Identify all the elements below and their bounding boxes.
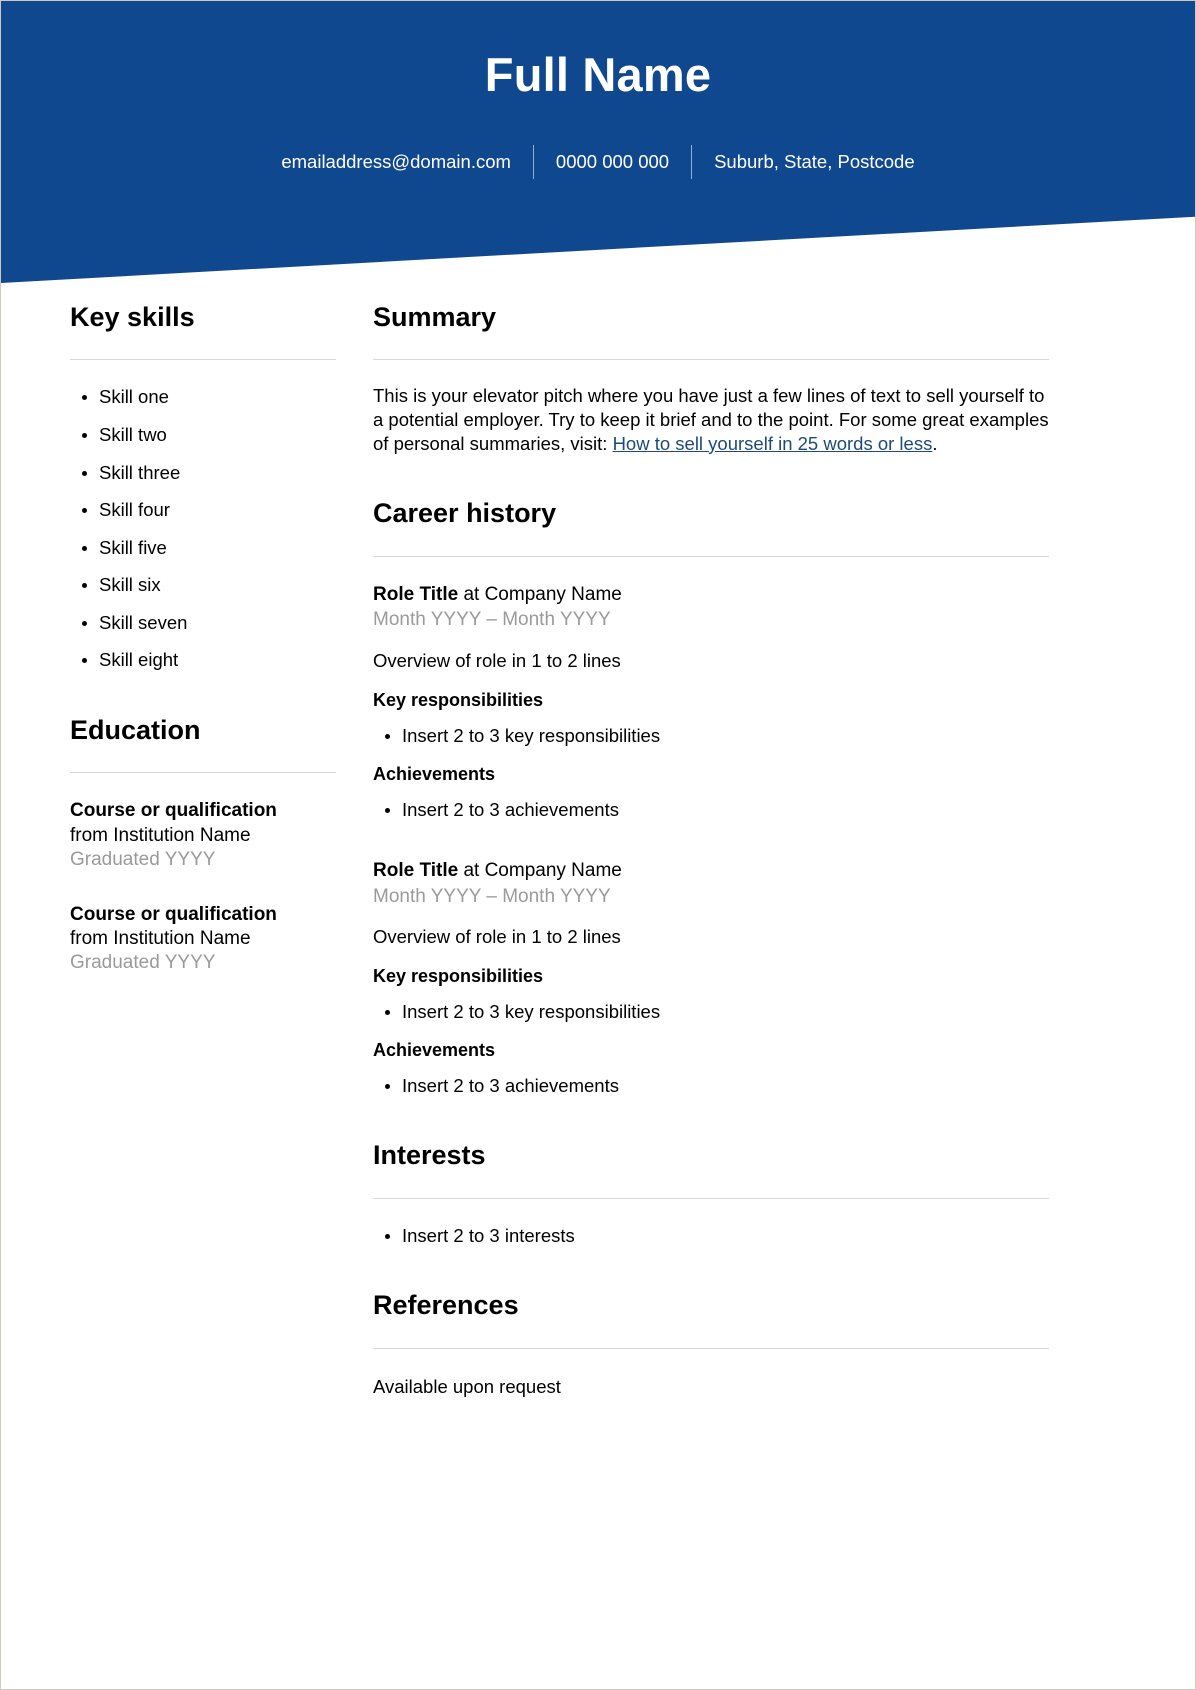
list-item: Skill two [70, 424, 337, 447]
key-skills-heading: Key skills [70, 302, 195, 332]
role-company: Company Name [484, 583, 622, 605]
role-dates: Month YYYY – Month YYYY [373, 609, 611, 631]
role-headline: Role Title at Company Name [373, 859, 1049, 884]
responsibilities-list: Insert 2 to 3 key responsibilities [373, 1001, 1049, 1024]
role-company: Company Name [484, 860, 622, 882]
summary-link[interactable]: How to sell yourself in 25 words or less [613, 433, 933, 454]
career-history-heading: Career history [373, 498, 557, 529]
education-course: Course or qualification [70, 903, 277, 925]
role-headline: Role Title at Company Name [373, 583, 1049, 608]
interests-heading: Interests [373, 1140, 486, 1171]
achievements-heading: Achievements [373, 1040, 496, 1061]
responsibilities-heading: Key responsibilities [373, 966, 544, 987]
section-summary: Summary This is your elevator pitch wher… [373, 301, 1049, 455]
list-item: Skill seven [70, 612, 337, 635]
list-item: Insert 2 to 3 achievements [373, 799, 1049, 822]
contact-phone: 0000 000 000 [555, 150, 670, 172]
role-at: at [458, 860, 485, 882]
role-overview: Overview of role in 1 to 2 lines [373, 650, 621, 672]
role-dates: Month YYYY – Month YYYY [373, 885, 611, 907]
interests-list: Insert 2 to 3 interests [373, 1225, 1049, 1248]
contact-email: emailaddress@domain.com [281, 150, 511, 172]
section-education: Education Course or qualification from I… [70, 714, 337, 976]
role-title: Role Title [373, 860, 459, 882]
responsibilities-heading: Key responsibilities [373, 690, 544, 711]
achievements-list: Insert 2 to 3 achievements [373, 1075, 1049, 1098]
achievements-list: Insert 2 to 3 achievements [373, 799, 1049, 822]
list-item: Skill six [70, 574, 337, 597]
summary-text-after-link: . [932, 432, 938, 454]
references-text: Available upon request [373, 1375, 561, 1397]
career-entry: Role Title at Company Name Month YYYY – … [373, 859, 1049, 1097]
section-divider [373, 555, 1049, 557]
education-graduated: Graduated YYYY [70, 848, 216, 870]
main-column: Summary This is your elevator pitch wher… [337, 283, 1195, 1399]
section-interests: Interests Insert 2 to 3 interests [373, 1139, 1049, 1247]
education-institution: from Institution Name [70, 927, 251, 949]
list-item: Insert 2 to 3 achievements [373, 1075, 1049, 1098]
section-references: References Available upon request [373, 1289, 1049, 1398]
education-entry: Course or qualification from Institution… [70, 903, 337, 976]
page-title: Full Name [484, 48, 712, 101]
education-heading: Education [70, 714, 201, 745]
references-heading: References [373, 1290, 519, 1321]
responsibilities-list: Insert 2 to 3 key responsibilities [373, 725, 1049, 748]
contact-location: Suburb, State, Postcode [714, 150, 915, 172]
sidebar-column: Key skills Skill one Skill two Skill thr… [1, 283, 337, 976]
section-divider [373, 359, 1049, 361]
list-item: Insert 2 to 3 key responsibilities [373, 725, 1049, 748]
header-banner: Full Name emailaddress@domain.com 0000 0… [1, 1, 1195, 283]
list-item: Skill three [70, 462, 337, 485]
list-item: Skill five [70, 537, 337, 560]
summary-paragraph: This is your elevator pitch where you ha… [373, 384, 1049, 455]
resume-body: Key skills Skill one Skill two Skill thr… [1, 283, 1195, 1399]
role-overview: Overview of role in 1 to 2 lines [373, 926, 621, 948]
section-divider [70, 359, 336, 361]
list-item: Insert 2 to 3 interests [373, 1225, 1049, 1248]
role-title: Role Title [373, 583, 459, 605]
section-divider [373, 1347, 1049, 1349]
contact-row: emailaddress@domain.com 0000 000 000 Sub… [1, 145, 1195, 179]
section-key-skills: Key skills Skill one Skill two Skill thr… [70, 301, 337, 672]
list-item: Skill one [70, 386, 337, 409]
resume-page: Full Name emailaddress@domain.com 0000 0… [0, 0, 1196, 1690]
section-career-history: Career history Role Title at Company Nam… [373, 497, 1049, 1097]
achievements-heading: Achievements [373, 764, 496, 785]
role-at: at [458, 583, 485, 605]
list-item: Insert 2 to 3 key responsibilities [373, 1001, 1049, 1024]
education-course: Course or qualification [70, 800, 277, 822]
list-item: Skill four [70, 499, 337, 522]
education-institution: from Institution Name [70, 824, 251, 846]
key-skills-list: Skill one Skill two Skill three Skill fo… [70, 386, 337, 672]
section-divider [373, 1197, 1049, 1199]
summary-heading: Summary [373, 302, 497, 332]
education-entry: Course or qualification from Institution… [70, 799, 337, 872]
section-divider [70, 772, 336, 774]
education-graduated: Graduated YYYY [70, 952, 216, 974]
career-entry: Role Title at Company Name Month YYYY – … [373, 583, 1049, 821]
list-item: Skill eight [70, 649, 337, 672]
